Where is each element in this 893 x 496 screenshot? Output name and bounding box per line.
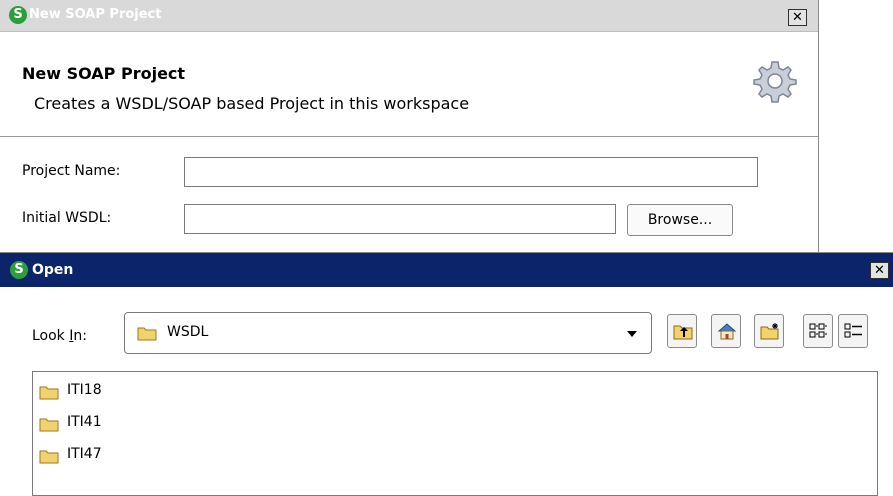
file-list[interactable]: ITI18 ITI41 ITI47	[32, 371, 878, 496]
look-in-label-suffix: n:	[73, 328, 87, 344]
folder-icon	[39, 418, 59, 432]
file-name: ITI47	[67, 446, 102, 462]
open-dialog-title: Open	[32, 262, 74, 278]
dialog-title-bar[interactable]: S New SOAP Project ✕	[0, 0, 818, 32]
project-name-input[interactable]	[184, 157, 758, 187]
folder-icon	[39, 386, 59, 400]
browse-button[interactable]: Browse...	[627, 204, 733, 236]
dialog-header: New SOAP Project Creates a WSDL/SOAP bas…	[0, 32, 818, 137]
folder-icon	[137, 327, 157, 341]
soapui-logo-icon: S	[9, 6, 27, 24]
up-one-level-icon	[673, 325, 693, 340]
file-name: ITI41	[67, 414, 102, 430]
details-view-icon	[844, 323, 862, 338]
look-in-label: Look In:	[32, 328, 87, 344]
list-view-icon	[809, 323, 827, 338]
up-one-level-button[interactable]	[667, 314, 697, 348]
project-name-label: Project Name:	[22, 163, 121, 179]
folder-icon	[39, 450, 59, 464]
details-view-button[interactable]	[838, 314, 868, 348]
soapui-logo-icon: S	[10, 261, 28, 279]
initial-wsdl-label: Initial WSDL:	[22, 210, 112, 226]
list-view-button[interactable]	[803, 314, 833, 348]
gear-icon	[753, 61, 797, 103]
open-file-dialog: S Open ✕ Look In: WSDL ITI18 ITI41 ITI47	[0, 252, 893, 496]
header-title: New SOAP Project	[22, 64, 186, 83]
home-button[interactable]	[711, 314, 741, 348]
new-folder-button[interactable]	[754, 314, 784, 348]
home-icon	[717, 323, 737, 340]
open-dialog-title-bar[interactable]: S Open ✕	[0, 253, 893, 287]
close-icon[interactable]: ✕	[788, 9, 807, 26]
initial-wsdl-input[interactable]	[184, 204, 616, 234]
chevron-down-icon[interactable]	[627, 331, 637, 337]
look-in-value: WSDL	[167, 324, 209, 340]
header-description: Creates a WSDL/SOAP based Project in thi…	[34, 94, 470, 113]
new-folder-icon	[760, 323, 779, 340]
look-in-label-prefix: Look	[32, 328, 70, 344]
look-in-dropdown[interactable]: WSDL	[124, 312, 652, 354]
file-name: ITI18	[67, 382, 102, 398]
dialog-title: New SOAP Project	[29, 7, 162, 22]
close-icon[interactable]: ✕	[870, 262, 889, 279]
